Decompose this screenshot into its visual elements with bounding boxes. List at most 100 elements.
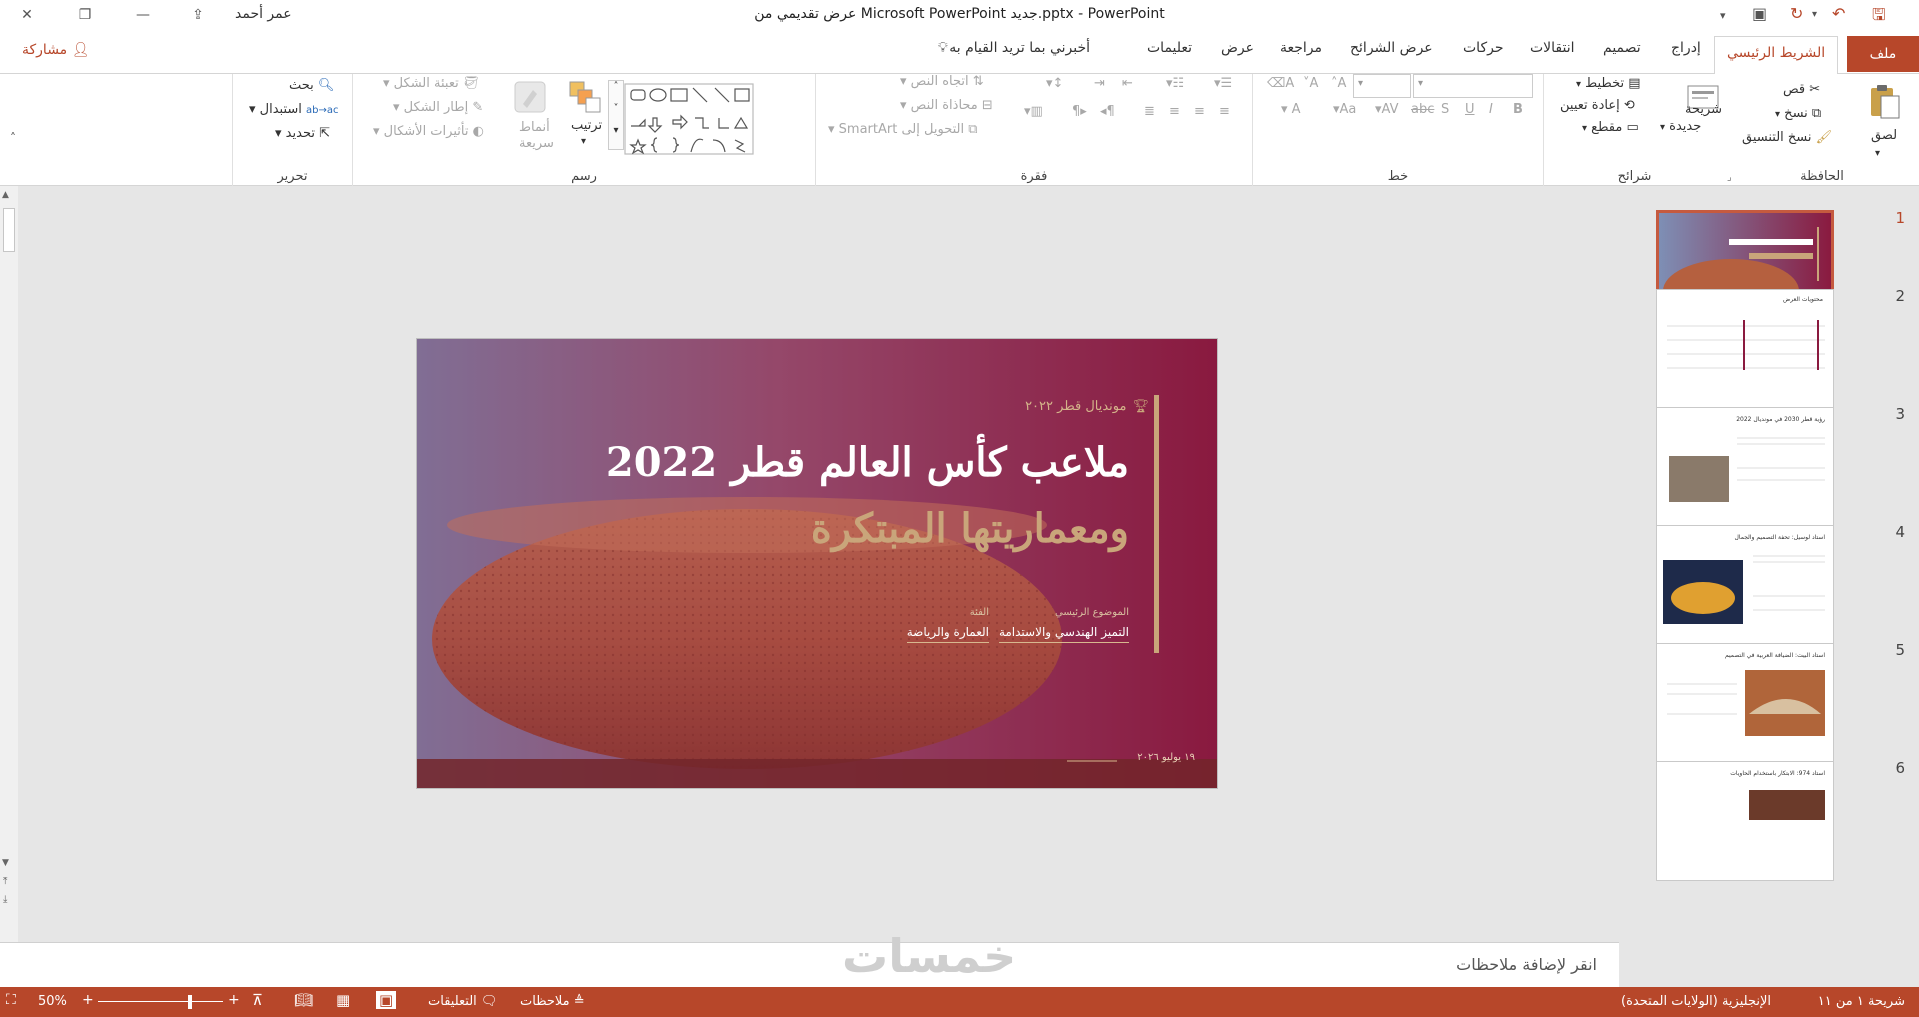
clear-formatting-icon[interactable]: A⌫: [1267, 76, 1294, 91]
tab-design[interactable]: تصميم: [1603, 40, 1641, 56]
rtl-direction-icon[interactable]: ¶◂: [1100, 104, 1115, 119]
quick-styles-label-1[interactable]: أنماط: [519, 120, 550, 135]
collapse-ribbon-icon[interactable]: ˄: [10, 131, 16, 145]
select-button[interactable]: ⇱ تحديد ▾: [275, 126, 330, 141]
new-slide-button[interactable]: جديدة ▾: [1660, 119, 1701, 134]
tab-view[interactable]: عرض: [1221, 40, 1254, 56]
tab-transitions[interactable]: انتقالات: [1530, 40, 1575, 56]
align-text-button[interactable]: ⊟ محاذاة النص ▾: [900, 98, 993, 113]
normal-view-icon[interactable]: ▣: [376, 991, 397, 1009]
redo-icon[interactable]: ↻: [1790, 4, 1803, 23]
arrange-dropdown-icon[interactable]: ▾: [581, 136, 586, 147]
reset-button[interactable]: ⟲ إعادة تعيين: [1560, 98, 1635, 113]
group-label-editing: تحرير: [277, 169, 308, 184]
editor-scroll-thumb[interactable]: [3, 208, 15, 252]
format-painter-button[interactable]: 🖌︎ نسخ التنسيق: [1742, 130, 1832, 145]
align-left-icon[interactable]: ≡: [1169, 104, 1180, 119]
notes-placeholder[interactable]: انقر لإضافة ملاحظات: [1456, 955, 1597, 974]
present-from-start-icon[interactable]: ▣: [1752, 4, 1767, 23]
cut-button[interactable]: ✂ قص: [1783, 82, 1820, 97]
add-person-icon: 👤︎: [71, 42, 90, 58]
tab-help[interactable]: تعليمات: [1147, 40, 1192, 56]
strikethrough-icon[interactable]: abc: [1411, 102, 1434, 117]
tab-home[interactable]: الشريط الرئيسي: [1714, 36, 1839, 75]
zoom-level[interactable]: 50%: [38, 994, 67, 1009]
language-indicator[interactable]: الإنجليزية (الولايات المتحدة): [1621, 994, 1771, 1009]
paste-button[interactable]: لصق: [1871, 128, 1897, 143]
section-button[interactable]: ▭ مقطع ▾: [1582, 120, 1639, 135]
justify-icon[interactable]: ≣: [1144, 104, 1155, 119]
italic-icon[interactable]: I: [1489, 102, 1493, 117]
thumbnail-slide-4[interactable]: استاد لوسيل: تحفة التصميم والجمال: [1656, 525, 1834, 645]
copy-button[interactable]: ⧉ نسخ ▾: [1775, 106, 1821, 121]
quick-styles-button[interactable]: سريعة: [519, 136, 554, 151]
character-spacing-icon[interactable]: AV▾: [1375, 102, 1399, 117]
text-direction-button[interactable]: ⇅ اتجاه النص ▾: [900, 74, 984, 89]
shrink-font-icon[interactable]: A˅: [1303, 76, 1318, 91]
comments-button[interactable]: التعليقات 🗨︎: [428, 994, 497, 1009]
zoom-out-icon[interactable]: +: [82, 992, 94, 1008]
undo-icon[interactable]: ↶: [1832, 4, 1845, 23]
shapes-gallery-scroll[interactable]: ˄ ˅ ▾: [608, 80, 624, 150]
current-slide[interactable]: 🏆︎مونديال قطر ٢٠٢٢ ملاعب كأس العالم قطر …: [416, 338, 1218, 789]
thumbnail-slide-2[interactable]: محتويات العرض: [1656, 289, 1834, 409]
previous-slide-icon[interactable]: ⤒: [3, 876, 7, 887]
reading-view-icon[interactable]: 📖︎: [294, 991, 313, 1009]
layout-button[interactable]: ▤ تخطيط ▾: [1576, 76, 1641, 91]
zoom-slider-track[interactable]: [98, 1001, 223, 1002]
underline-icon[interactable]: U: [1465, 102, 1475, 117]
decrease-indent-icon[interactable]: ⇤: [1122, 76, 1133, 91]
editor-vertical-scrollbar[interactable]: ▲ ▼ ⤒ ⤓: [0, 186, 18, 942]
font-name-combobox[interactable]: ▾: [1413, 74, 1533, 98]
new-slide-label-1[interactable]: شريحة: [1685, 102, 1722, 117]
numbering-icon[interactable]: ☷▾: [1166, 76, 1184, 91]
columns-icon[interactable]: ▥▾: [1024, 104, 1043, 119]
tellme-box[interactable]: 💡︎: [938, 40, 948, 56]
tab-review[interactable]: مراجعة: [1280, 40, 1322, 56]
font-color-icon[interactable]: A ▾: [1281, 102, 1301, 117]
change-case-icon[interactable]: Aa▾: [1333, 102, 1356, 117]
undo-dropdown-icon[interactable]: ▾: [1812, 9, 1817, 20]
shape-fill-button[interactable]: 🪣︎ تعبئة الشكل ▾: [383, 76, 479, 91]
tab-file[interactable]: ملف: [1847, 36, 1919, 72]
thumbnail-6-image: [1749, 790, 1825, 820]
notes-toggle-button[interactable]: ملاحظات ≜: [520, 994, 585, 1009]
ltr-direction-icon[interactable]: ▸¶: [1072, 104, 1087, 119]
font-size-combobox[interactable]: ▾: [1353, 74, 1411, 98]
convert-smartart-button[interactable]: ⧉ التحويل إلى SmartArt ▾: [828, 122, 978, 137]
thumbnail-slide-5[interactable]: استاد البيت: الضيافة العربية في التصميم: [1656, 643, 1834, 763]
grow-font-icon[interactable]: A˄: [1331, 76, 1346, 91]
tellme-text[interactable]: أخبرني بما تريد القيام به: [949, 40, 1090, 56]
thumbnail-slide-3[interactable]: رؤية قطر 2030 في مونديال 2022: [1656, 407, 1834, 527]
save-icon[interactable]: 🖫: [1872, 4, 1886, 31]
increase-indent-icon[interactable]: ⇥: [1094, 76, 1105, 91]
align-right-icon[interactable]: ≡: [1219, 104, 1230, 119]
tab-animations[interactable]: حركات: [1463, 40, 1504, 56]
shape-effects-button[interactable]: ◐ تأثيرات الأشكال ▾: [373, 124, 484, 139]
bullets-icon[interactable]: ☰▾: [1214, 76, 1232, 91]
arrange-button[interactable]: ترتيب: [571, 118, 602, 133]
slide-sorter-icon[interactable]: ▦: [336, 991, 350, 1009]
next-slide-icon[interactable]: ⤓: [3, 894, 7, 905]
slideshow-view-icon[interactable]: ⊼: [252, 991, 263, 1009]
tab-slideshow[interactable]: عرض الشرائح: [1350, 40, 1433, 56]
tab-insert[interactable]: إدراج: [1671, 40, 1701, 56]
fit-to-window-icon[interactable]: ⛶: [6, 992, 16, 1008]
align-center-icon[interactable]: ≡: [1194, 104, 1205, 119]
paste-dropdown-icon[interactable]: ▾: [1875, 148, 1880, 159]
shape-outline-button[interactable]: ✎ إطار الشكل ▾: [393, 100, 483, 115]
text-shadow-icon[interactable]: S: [1441, 102, 1449, 117]
bold-icon[interactable]: B: [1513, 102, 1523, 117]
find-button[interactable]: 🔍︎ بحث: [289, 78, 334, 93]
customize-qat-icon[interactable]: ▾: [1720, 9, 1726, 22]
shapes-gallery[interactable]: [623, 82, 755, 156]
notes-pane[interactable]: انقر لإضافة ملاحظات خمسات: [0, 929, 1619, 987]
clipboard-launcher-icon[interactable]: ⌟: [1727, 172, 1732, 183]
replace-button[interactable]: ab→ac استبدال ▾: [249, 102, 339, 117]
zoom-in-icon[interactable]: +: [228, 992, 240, 1008]
paint-bucket-icon: 🪣︎: [462, 76, 480, 91]
thumbnail-slide-6[interactable]: استاد 974: الابتكار باستخدام الحاويات: [1656, 761, 1834, 881]
share-button[interactable]: مشاركة 👤︎: [22, 42, 89, 58]
line-spacing-icon[interactable]: ↕▾: [1046, 76, 1063, 91]
zoom-slider-thumb[interactable]: [188, 995, 192, 1009]
